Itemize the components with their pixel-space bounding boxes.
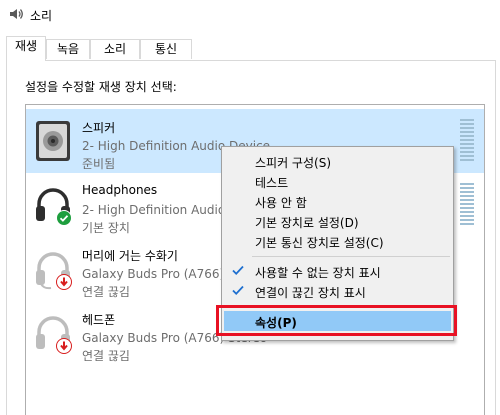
menu-item-disable[interactable]: 사용 안 함: [224, 191, 451, 211]
disconnected-arrow-icon: [56, 274, 72, 290]
menu-item-label: 스피커 구성(S): [255, 156, 331, 170]
device-name: 머리에 거는 수화기: [82, 249, 178, 263]
default-check-icon: [56, 210, 72, 226]
device-name: 헤드폰: [82, 313, 116, 327]
volume-level-meter: [460, 183, 474, 227]
tab-communications[interactable]: 통신: [140, 39, 192, 59]
menu-item-label: 사용할 수 없는 장치 표시: [255, 266, 381, 280]
device-status: 준비됨: [82, 157, 116, 171]
device-name: 스피커: [82, 121, 116, 135]
device-status: 연결 끊김: [82, 349, 130, 363]
device-context-menu: 스피커 구성(S) 테스트 사용 안 함 기본 장치로 설정(D) 기본 통신 …: [221, 146, 454, 341]
checkmark-icon: [232, 265, 244, 275]
device-status: 연결 끊김: [82, 285, 130, 299]
menu-item-label: 기본 통신 장치로 설정(C): [255, 236, 384, 250]
menu-item-set-default-device[interactable]: 기본 장치로 설정(D): [224, 211, 451, 231]
speaker-icon: [36, 121, 70, 161]
menu-separator: [252, 256, 450, 257]
menu-item-properties[interactable]: 속성(P): [224, 311, 451, 331]
device-status: 기본 장치: [82, 221, 130, 235]
menu-separator: [252, 306, 450, 307]
menu-item-label: 기본 장치로 설정(D): [255, 216, 359, 230]
volume-level-meter: [460, 119, 474, 163]
menu-item-label: 사용 안 함: [255, 196, 307, 210]
tab-playback[interactable]: 재생: [6, 36, 46, 61]
tab-recording[interactable]: 녹음: [46, 39, 90, 59]
title-bar: 소리: [0, 0, 500, 30]
menu-item-label: 연결이 끊긴 장치 표시: [255, 286, 366, 300]
window-title: 소리: [30, 9, 53, 23]
speaker-app-icon: [10, 9, 23, 19]
menu-item-set-default-communication-device[interactable]: 기본 통신 장치로 설정(C): [224, 231, 451, 251]
menu-item-show-disabled-devices[interactable]: 사용할 수 없는 장치 표시: [224, 261, 451, 281]
menu-item-label: 속성(P): [255, 316, 297, 330]
menu-item-configure-speakers[interactable]: 스피커 구성(S): [224, 151, 451, 171]
device-name: Headphones: [82, 183, 158, 197]
tab-sounds[interactable]: 소리: [90, 39, 140, 59]
disconnected-arrow-icon: [56, 338, 72, 354]
checkmark-icon: [232, 285, 244, 295]
menu-item-show-disconnected-devices[interactable]: 연결이 끊긴 장치 표시: [224, 281, 451, 301]
menu-item-label: 테스트: [255, 176, 289, 190]
menu-item-test[interactable]: 테스트: [224, 171, 451, 191]
instruction-label: 설정을 수정할 재생 장치 선택:: [25, 80, 177, 94]
